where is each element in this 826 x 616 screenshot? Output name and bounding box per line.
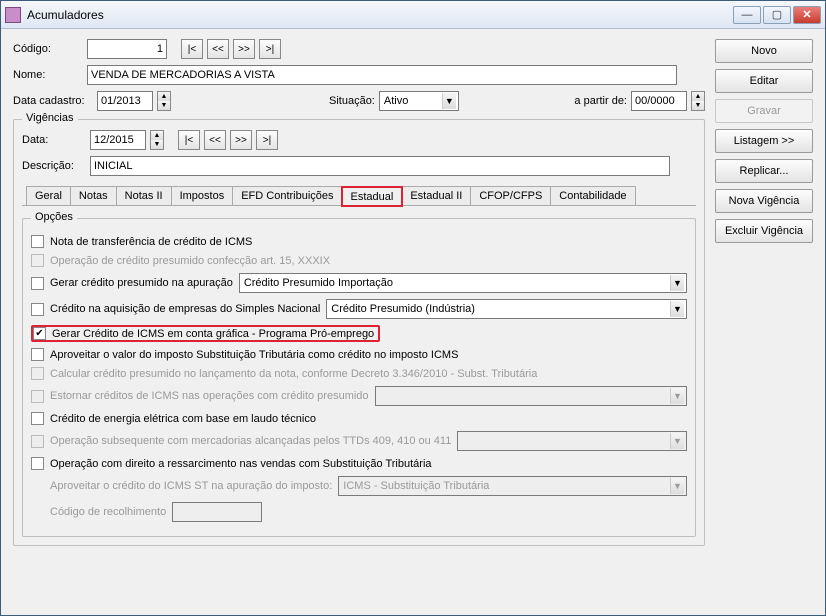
lbl-nota-transferencia: Nota de transferência de crédito de ICMS bbox=[50, 236, 252, 248]
chk-aproveitar-valor[interactable] bbox=[31, 348, 44, 361]
situacao-label: Situação: bbox=[329, 95, 375, 107]
minimize-button[interactable]: — bbox=[733, 6, 761, 24]
val-aproveitar-credito: ICMS - Substituição Tributária bbox=[343, 480, 489, 492]
tab-estadual[interactable]: Estadual bbox=[342, 187, 403, 206]
codigo-input[interactable] bbox=[87, 39, 167, 59]
chk-calcular-cred bbox=[31, 367, 44, 380]
lbl-operacao-ressarc: Operação com direito a ressarcimento nas… bbox=[50, 458, 432, 470]
vigencias-group: Vigências Data: ▲▼ |< << >> >| Descrição… bbox=[13, 119, 705, 546]
chevron-down-icon: ▼ bbox=[670, 433, 684, 449]
lbl-operacao-subseq: Operação subsequente com mercadorias alc… bbox=[50, 435, 451, 447]
tab-impostos[interactable]: Impostos bbox=[171, 186, 234, 205]
lbl-calcular-cred: Calcular crédito presumido no lançamento… bbox=[50, 368, 537, 380]
nome-input[interactable] bbox=[87, 65, 677, 85]
lbl-gerar-credito-icms: Gerar Crédito de ICMS em conta gráfica -… bbox=[52, 328, 374, 340]
novo-button[interactable]: Novo bbox=[715, 39, 813, 63]
opcoes-title: Opções bbox=[31, 211, 77, 223]
nav-next[interactable]: >> bbox=[233, 39, 255, 59]
sel-gerar-cred-presumido[interactable]: Crédito Presumido Importação ▼ bbox=[239, 273, 687, 293]
listagem-button[interactable]: Listagem >> bbox=[715, 129, 813, 153]
chevron-down-icon: ▼ bbox=[670, 275, 684, 291]
nova-vigencia-button[interactable]: Nova Vigência bbox=[715, 189, 813, 213]
gravar-button: Gravar bbox=[715, 99, 813, 123]
chk-operacao-subseq bbox=[31, 435, 44, 448]
apartir-spin[interactable]: ▲▼ bbox=[691, 91, 705, 111]
sel-estornar: ▼ bbox=[375, 386, 687, 406]
lbl-codigo-recolh: Código de recolhimento bbox=[50, 506, 166, 518]
close-button[interactable]: ✕ bbox=[793, 6, 821, 24]
editar-button[interactable]: Editar bbox=[715, 69, 813, 93]
tab-contab[interactable]: Contabilidade bbox=[550, 186, 635, 205]
chk-estornar bbox=[31, 390, 44, 403]
vig-data-input[interactable] bbox=[90, 130, 146, 150]
chk-credito-energia[interactable] bbox=[31, 412, 44, 425]
nav-prev[interactable]: << bbox=[207, 39, 229, 59]
app-icon bbox=[5, 7, 21, 23]
opcoes-group: Opções Nota de transferência de crédito … bbox=[22, 218, 696, 537]
val-credito-aquisicao: Crédito Presumido (Indústria) bbox=[331, 303, 475, 315]
replicar-button[interactable]: Replicar... bbox=[715, 159, 813, 183]
vig-nav-last[interactable]: >| bbox=[256, 130, 278, 150]
nav-last[interactable]: >| bbox=[259, 39, 281, 59]
chk-operacao-ressarc[interactable] bbox=[31, 457, 44, 470]
chk-credito-aquisicao[interactable] bbox=[31, 303, 44, 316]
vig-nav-first[interactable]: |< bbox=[178, 130, 200, 150]
situacao-select[interactable]: Ativo ▼ bbox=[379, 91, 459, 111]
nome-label: Nome: bbox=[13, 69, 83, 81]
tab-geral[interactable]: Geral bbox=[26, 186, 71, 205]
sel-aproveitar-credito: ICMS - Substituição Tributária ▼ bbox=[338, 476, 687, 496]
chevron-down-icon: ▼ bbox=[670, 388, 684, 404]
chevron-down-icon: ▼ bbox=[442, 93, 456, 109]
lbl-aproveitar-valor: Aproveitar o valor do imposto Substituiç… bbox=[50, 349, 458, 361]
chk-gerar-cred-presumido[interactable] bbox=[31, 277, 44, 290]
lbl-aproveitar-credito: Aproveitar o crédito do ICMS ST na apura… bbox=[50, 480, 332, 492]
tabs: Geral Notas Notas II Impostos EFD Contri… bbox=[22, 186, 696, 206]
chevron-down-icon: ▼ bbox=[670, 301, 684, 317]
chk-operacao-cred-presumido bbox=[31, 254, 44, 267]
vigencias-title: Vigências bbox=[22, 112, 78, 124]
nav-first[interactable]: |< bbox=[181, 39, 203, 59]
tab-cfop[interactable]: CFOP/CFPS bbox=[470, 186, 551, 205]
situacao-value: Ativo bbox=[384, 95, 408, 107]
vig-nav-next[interactable]: >> bbox=[230, 130, 252, 150]
lbl-operacao-cred-presumido: Operação de crédito presumido confecção … bbox=[50, 255, 330, 267]
vig-nav-prev[interactable]: << bbox=[204, 130, 226, 150]
vig-data-label: Data: bbox=[22, 134, 86, 146]
vig-descricao-input[interactable] bbox=[90, 156, 670, 176]
excluir-vigencia-button[interactable]: Excluir Vigência bbox=[715, 219, 813, 243]
vig-descricao-label: Descrição: bbox=[22, 160, 86, 172]
codigo-recolh-input bbox=[172, 502, 262, 522]
apartir-input[interactable] bbox=[631, 91, 687, 111]
tab-efd[interactable]: EFD Contribuições bbox=[232, 186, 342, 205]
titlebar: Acumuladores — ▢ ✕ bbox=[1, 1, 825, 29]
tab-notas[interactable]: Notas bbox=[70, 186, 117, 205]
sel-operacao-subseq: ▼ bbox=[457, 431, 687, 451]
chevron-down-icon: ▼ bbox=[670, 478, 684, 494]
datacad-input[interactable] bbox=[97, 91, 153, 111]
lbl-estornar: Estornar créditos de ICMS nas operações … bbox=[50, 390, 369, 402]
tab-notas2[interactable]: Notas II bbox=[116, 186, 172, 205]
sel-credito-aquisicao[interactable]: Crédito Presumido (Indústria) ▼ bbox=[326, 299, 687, 319]
apartir-label: a partir de: bbox=[574, 95, 627, 107]
chk-nota-transferencia[interactable] bbox=[31, 235, 44, 248]
lbl-credito-aquisicao: Crédito na aquisição de empresas do Simp… bbox=[50, 303, 320, 315]
tab-estadual2[interactable]: Estadual II bbox=[401, 186, 471, 205]
codigo-label: Código: bbox=[13, 43, 83, 55]
maximize-button[interactable]: ▢ bbox=[763, 6, 791, 24]
datacad-spin[interactable]: ▲▼ bbox=[157, 91, 171, 111]
chk-gerar-credito-icms[interactable] bbox=[33, 327, 46, 340]
window: Acumuladores — ▢ ✕ Código: |< << >> >| N… bbox=[0, 0, 826, 616]
datacad-label: Data cadastro: bbox=[13, 95, 93, 107]
lbl-gerar-cred-presumido: Gerar crédito presumido na apuração bbox=[50, 277, 233, 289]
val-gerar-cred-presumido: Crédito Presumido Importação bbox=[244, 277, 393, 289]
lbl-credito-energia: Crédito de energia elétrica com base em … bbox=[50, 413, 316, 425]
window-title: Acumuladores bbox=[27, 8, 733, 22]
vig-data-spin[interactable]: ▲▼ bbox=[150, 130, 164, 150]
